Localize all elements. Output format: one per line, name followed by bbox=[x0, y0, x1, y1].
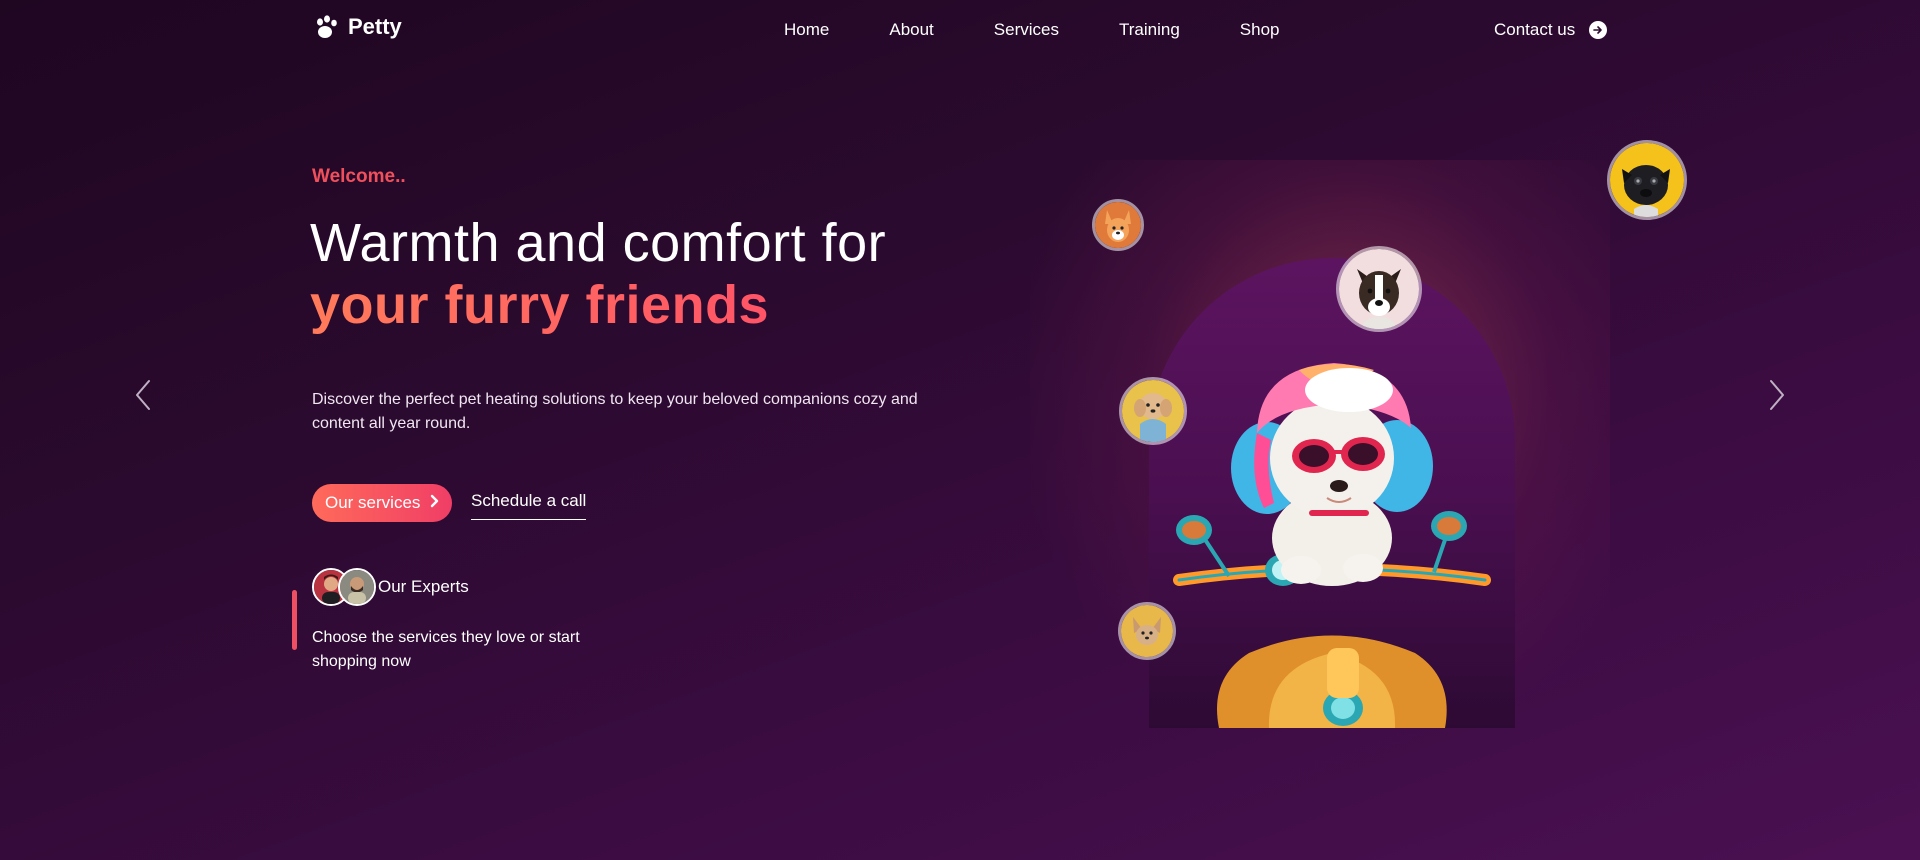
contact-us-label: Contact us bbox=[1494, 20, 1576, 39]
experts-label: Our Experts bbox=[378, 577, 469, 596]
chevron-right-icon bbox=[430, 493, 440, 513]
nav-about[interactable]: About bbox=[889, 20, 933, 40]
nav-services[interactable]: Services bbox=[994, 20, 1059, 40]
contact-us-link[interactable]: Contact us bbox=[1494, 20, 1608, 40]
arrow-right-circle-icon bbox=[1589, 21, 1608, 39]
experts-description: Choose the services they love or start s… bbox=[312, 629, 580, 670]
brand-logo[interactable]: Petty bbox=[314, 14, 402, 40]
hero-description: Discover the perfect pet heating solutio… bbox=[312, 391, 918, 432]
pet-avatar-chihuahua bbox=[1118, 602, 1176, 660]
chevron-right-icon[interactable] bbox=[1764, 378, 1788, 412]
hero-dog-on-scooter-image bbox=[1149, 258, 1515, 728]
main-menu: Home About Services Training Shop bbox=[784, 20, 1279, 40]
experts-group: Our Experts bbox=[312, 568, 469, 606]
pet-avatar-corgi bbox=[1092, 199, 1144, 251]
chevron-left-icon[interactable] bbox=[132, 378, 156, 412]
brand-name: Petty bbox=[348, 14, 402, 39]
our-services-button[interactable]: Our services bbox=[312, 484, 453, 522]
pet-avatar-terrier bbox=[1336, 246, 1422, 332]
top-navigation: Petty Home About Services Training Shop … bbox=[0, 0, 1920, 60]
expert-avatar[interactable] bbox=[338, 568, 376, 606]
our-services-label: Our services bbox=[325, 493, 421, 512]
accent-bar bbox=[292, 590, 297, 650]
hero-headline: Warmth and comfort for your furry friend… bbox=[310, 212, 886, 336]
headline-line-1: Warmth and comfort for bbox=[310, 213, 887, 273]
pet-avatar-poodle bbox=[1119, 377, 1187, 445]
nav-training[interactable]: Training bbox=[1119, 20, 1180, 40]
nav-home[interactable]: Home bbox=[784, 20, 829, 40]
nav-shop[interactable]: Shop bbox=[1240, 20, 1280, 40]
pet-avatar-pug bbox=[1607, 140, 1687, 220]
welcome-eyebrow: Welcome.. bbox=[312, 166, 406, 187]
headline-line-2: your furry friends bbox=[310, 274, 886, 336]
paw-icon bbox=[314, 14, 340, 40]
schedule-call-link[interactable]: Schedule a call bbox=[471, 491, 587, 520]
